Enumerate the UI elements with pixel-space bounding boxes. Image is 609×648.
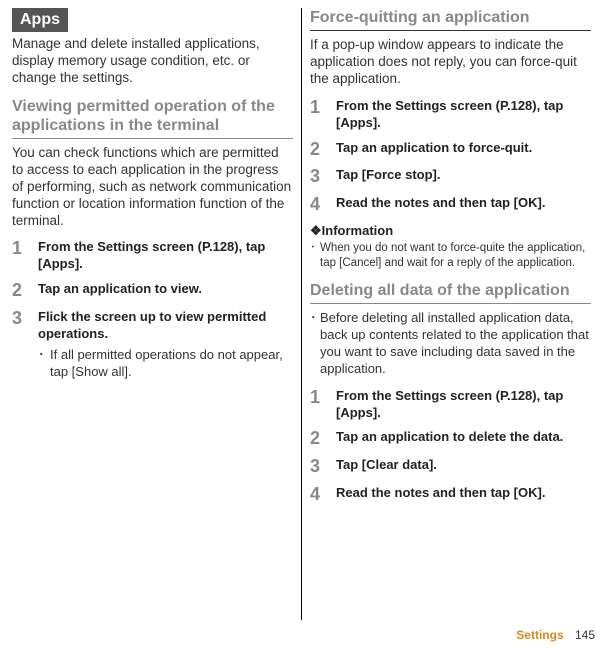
step-text: Flick the screen up to view permitted op… [38,309,293,381]
right-a-step-2: 2 Tap an application to force-quit. [310,140,591,160]
footer-page-number: 145 [575,628,595,642]
section-forcequit-title: Force-quitting an application [310,8,591,31]
page-footer: Settings 145 [516,628,595,642]
step-sub-bullet: ･ If all permitted operations do not app… [38,347,293,381]
right-b-step-2: 2 Tap an application to delete the data. [310,429,591,449]
left-column: Apps Manage and delete installed applica… [4,8,302,620]
step-number: 2 [310,429,336,449]
step-text: Read the notes and then tap [OK]. [336,195,545,215]
bullet-dot-icon: ･ [310,310,320,378]
right-a-step-1: 1 From the Settings screen (P.128), tap … [310,98,591,132]
information-text: When you do not want to force-quite the … [320,241,591,271]
right-b-step-4: 4 Read the notes and then tap [OK]. [310,485,591,505]
section-forcequit-intro: If a pop-up window appears to indicate t… [310,37,591,88]
step-number: 4 [310,485,336,505]
bullet-dot-icon: ･ [38,347,50,381]
bullet-dot-icon: ･ [310,241,320,271]
step-text: Tap an application to delete the data. [336,429,563,449]
step-text-main: Flick the screen up to view permitted op… [38,309,266,341]
step-number: 3 [310,167,336,187]
pre-bullet-text: Before deleting all installed applicatio… [320,310,591,378]
step-number: 3 [310,457,336,477]
step-number: 2 [12,281,38,301]
right-a-step-3: 3 Tap [Force stop]. [310,167,591,187]
section-deletedata-title: Deleting all data of the application [310,281,591,304]
step-number: 1 [310,388,336,422]
apps-intro-text: Manage and delete installed applications… [12,36,293,87]
step-text: Tap [Clear data]. [336,457,437,477]
apps-header: Apps [12,8,68,32]
right-b-step-3: 3 Tap [Clear data]. [310,457,591,477]
left-step-3: 3 Flick the screen up to view permitted … [12,309,293,381]
step-text: Tap an application to view. [38,281,202,301]
step-number: 1 [310,98,336,132]
right-a-step-4: 4 Read the notes and then tap [OK]. [310,195,591,215]
step-number: 3 [12,309,38,381]
step-number: 2 [310,140,336,160]
right-column: Force-quitting an application If a pop-u… [302,8,599,620]
step-text: Tap [Force stop]. [336,167,440,187]
left-step-2: 2 Tap an application to view. [12,281,293,301]
page: Apps Manage and delete installed applica… [0,0,609,620]
deletedata-pre-bullet: ･ Before deleting all installed applicat… [310,310,591,378]
right-b-step-1: 1 From the Settings screen (P.128), tap … [310,388,591,422]
step-number: 1 [12,239,38,273]
step-text: From the Settings screen (P.128), tap [A… [336,388,591,422]
information-heading: ❖Information [310,223,591,239]
step-text: From the Settings screen (P.128), tap [A… [38,239,293,273]
sub-bullet-text: If all permitted operations do not appea… [50,347,293,381]
left-step-1: 1 From the Settings screen (P.128), tap … [12,239,293,273]
section-viewing-title: Viewing permitted operation of the appli… [12,97,293,139]
step-number: 4 [310,195,336,215]
step-text: Read the notes and then tap [OK]. [336,485,545,505]
information-item: ･ When you do not want to force-quite th… [310,241,591,271]
step-text: From the Settings screen (P.128), tap [A… [336,98,591,132]
step-text: Tap an application to force-quit. [336,140,532,160]
footer-section-label: Settings [516,628,563,642]
section-viewing-intro: You can check functions which are permit… [12,145,293,229]
